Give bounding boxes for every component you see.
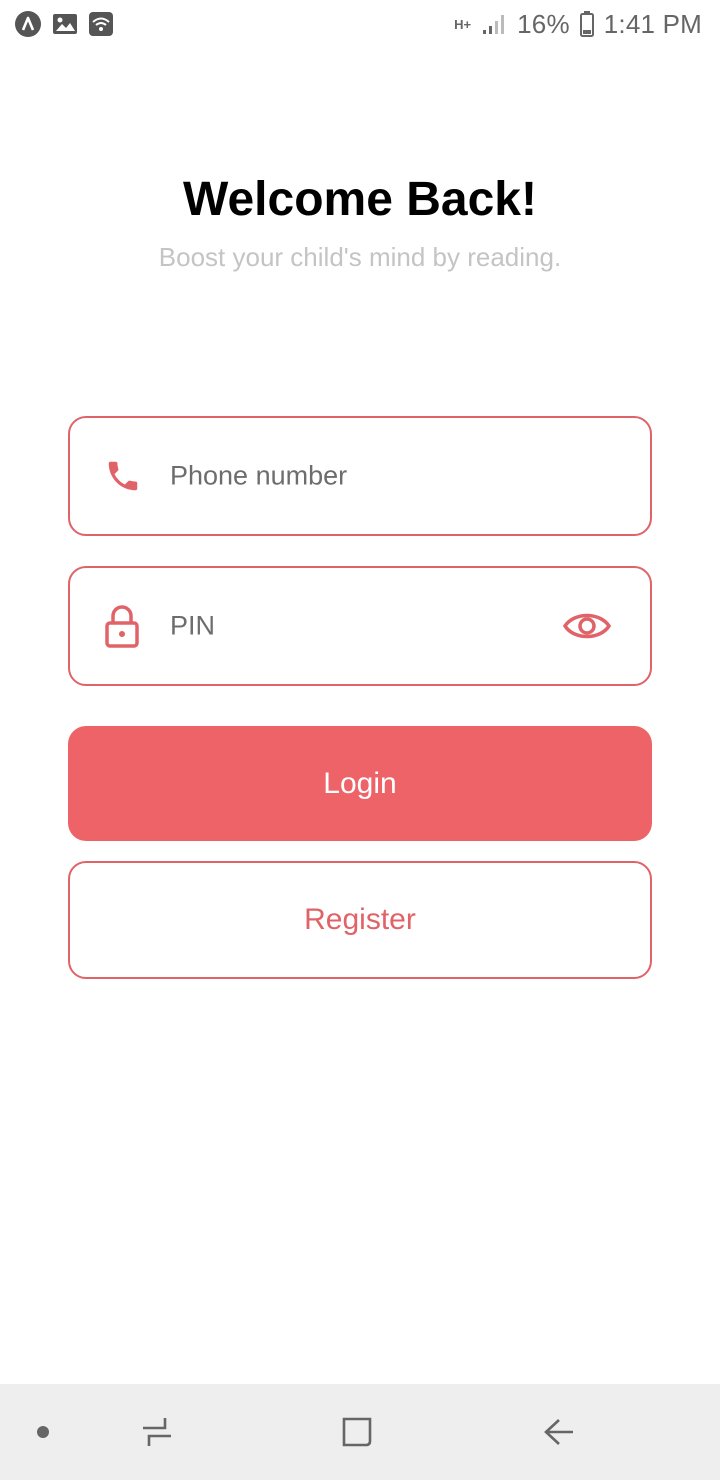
battery-icon bbox=[579, 11, 594, 37]
clock: 1:41 PM bbox=[603, 8, 702, 39]
back-icon[interactable] bbox=[541, 1414, 577, 1450]
pin-input[interactable]: PIN bbox=[170, 611, 215, 642]
system-nav-bar bbox=[0, 1384, 720, 1480]
status-right-info: H+ 16% 1:41 PM bbox=[454, 9, 702, 40]
dot-icon[interactable] bbox=[36, 1425, 50, 1439]
status-bar: H+ 16% 1:41 PM bbox=[0, 0, 720, 48]
wifi-icon bbox=[88, 11, 114, 37]
home-icon[interactable] bbox=[339, 1414, 375, 1450]
network-type-label: H+ bbox=[454, 16, 472, 32]
network-type-icon: H+ bbox=[454, 18, 471, 31]
phone-field[interactable]: Phone number bbox=[68, 416, 652, 536]
login-button[interactable]: Login bbox=[68, 726, 652, 841]
pin-field[interactable]: PIN bbox=[68, 566, 652, 686]
app-notification-icon bbox=[14, 10, 42, 38]
image-icon bbox=[52, 12, 78, 36]
status-left-icons bbox=[14, 10, 114, 38]
phone-icon bbox=[104, 457, 142, 495]
recent-apps-icon[interactable] bbox=[139, 1414, 175, 1450]
page-subtitle: Boost your child's mind by reading. bbox=[158, 242, 562, 272]
register-button[interactable]: Register bbox=[68, 861, 652, 979]
page-title: Welcome Back! bbox=[183, 173, 537, 226]
battery-percent: 16% bbox=[517, 8, 570, 39]
signal-icon bbox=[481, 12, 507, 36]
phone-input[interactable]: Phone number bbox=[170, 461, 347, 492]
lock-icon bbox=[104, 604, 140, 648]
eye-icon[interactable] bbox=[562, 608, 612, 644]
